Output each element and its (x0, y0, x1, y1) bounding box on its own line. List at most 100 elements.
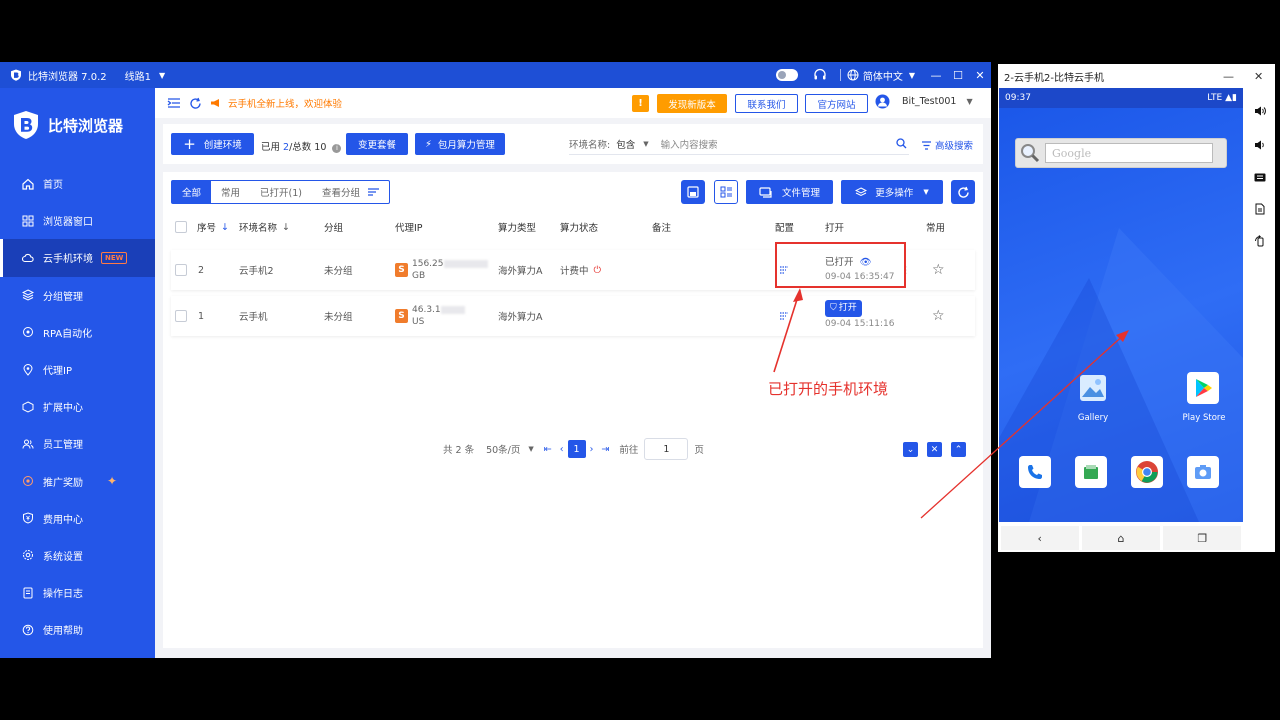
chevron-down-icon: ▼ (923, 188, 929, 196)
goto-label: 前往 (619, 445, 639, 456)
warning-icon[interactable]: ! (632, 95, 649, 112)
chevron-down-icon[interactable]: ▼ (159, 71, 165, 80)
sidebar-item-extensions[interactable]: 扩展中心 (0, 388, 155, 425)
globe-icon (847, 69, 859, 81)
minimize-icon[interactable]: — (925, 69, 947, 82)
tab-common[interactable]: 常用 (211, 181, 250, 203)
sidebar-item-proxy[interactable]: 代理IP (0, 351, 155, 388)
file-manage-button[interactable]: 文件管理 (746, 180, 833, 204)
close-icon[interactable]: ✕ (969, 69, 991, 82)
search-icon[interactable] (896, 138, 907, 149)
announcement[interactable]: 云手机全新上线，欢迎体验 (228, 96, 342, 110)
row-group: 未分组 (324, 266, 353, 277)
page-current[interactable]: 1 (567, 440, 586, 458)
table-row[interactable]: 1 云手机 未分组 S 46.3.1 US 海外算力A ⛉ 打开 09-04 15:… (171, 296, 975, 336)
rotate-icon[interactable] (1253, 234, 1267, 248)
sidebar-item-groups[interactable]: 分组管理 (0, 277, 155, 314)
monthly-compute-button[interactable]: ⚡ 包月算力管理 (415, 133, 505, 155)
language-label: 简体中文 (862, 71, 903, 83)
sidebar-item-settings[interactable]: 系统设置 (0, 537, 155, 574)
compute-status-label: 计费中 (560, 266, 589, 277)
tab-opened[interactable]: 已打开(1) (250, 181, 312, 203)
keyboard-icon[interactable] (1253, 170, 1267, 184)
tab-view-groups[interactable]: 查看分组 (312, 181, 389, 203)
save-icon[interactable] (681, 180, 705, 204)
refresh-icon[interactable] (189, 97, 202, 110)
goto-page-input[interactable]: 1 (644, 438, 689, 460)
sidebar-item-rewards[interactable]: 推广奖励 ✦ (0, 463, 155, 500)
volume-up-icon[interactable] (1253, 104, 1267, 118)
headset-icon[interactable] (812, 67, 828, 83)
search-input[interactable]: 输入内容搜索 (661, 137, 718, 151)
sidebar-item-home[interactable]: 首页 (0, 165, 155, 202)
sidebar-item-rpa[interactable]: RPA自动化 (0, 314, 155, 351)
col-group: 分组 (324, 223, 344, 234)
table-header: 序号 ↓ 环境名称 ↓ 分组 代理IP 算力类型 算力状态 备注 配置 打开 常用 (171, 212, 975, 242)
select-all-checkbox[interactable] (175, 221, 187, 233)
line-selector[interactable]: 线路1 (125, 68, 151, 83)
new-version-button[interactable]: 发现新版本 (657, 94, 727, 113)
annotation-label: 已打开的手机环境 (768, 380, 889, 398)
file-icon[interactable] (1253, 202, 1267, 216)
total-count: 共 2 条 (443, 445, 475, 456)
sidebar-item-logs[interactable]: 操作日志 (0, 574, 155, 611)
refresh-icon[interactable] (951, 180, 975, 204)
recents-icon[interactable]: ❐ (1163, 526, 1242, 550)
first-page-icon[interactable]: ⇤ (544, 444, 552, 455)
power-icon[interactable]: ⏻ (594, 265, 602, 276)
more-ops-button[interactable]: 更多操作 ▼ (841, 180, 943, 204)
camera-icon[interactable] (1187, 456, 1219, 488)
extension-icon (22, 401, 34, 413)
open-button[interactable]: ⛉ 打开 (825, 300, 862, 317)
sidebar-item-browser-windows[interactable]: 浏览器窗口 (0, 202, 155, 239)
sidebar-item-label: 推广奖励 (43, 477, 83, 489)
chrome-icon[interactable] (1131, 456, 1163, 488)
sidebar-item-staff[interactable]: 员工管理 (0, 425, 155, 462)
list-view-icon[interactable] (714, 180, 738, 204)
advanced-search-button[interactable]: 高级搜索 (921, 138, 973, 152)
bit-logo-icon (14, 111, 38, 139)
toggle-icon[interactable] (775, 69, 798, 81)
sidebar-item-label: 浏览器窗口 (43, 217, 93, 229)
contact-us-button[interactable]: 联系我们 (735, 94, 798, 113)
google-search-widget[interactable]: Google (1015, 138, 1227, 168)
play-store-icon[interactable] (1187, 372, 1219, 404)
info-icon[interactable]: i (332, 144, 342, 153)
arrow-down-icon: ↓ (221, 221, 229, 233)
row-checkbox[interactable] (175, 310, 187, 322)
close-icon[interactable]: ✕ (1254, 70, 1263, 83)
sidebar-item-label: 云手机环境 (43, 254, 93, 266)
col-compute-type: 算力类型 (498, 223, 537, 234)
sidebar-item-help[interactable]: 使用帮助 (0, 611, 155, 648)
home-icon[interactable]: ⌂ (1081, 526, 1160, 550)
google-search-input[interactable]: Google (1045, 143, 1213, 163)
sidebar-item-cloud-phone[interactable]: 云手机环境 NEW (0, 239, 155, 277)
row-compute-type: 海外算力A (498, 312, 543, 323)
next-page-icon[interactable]: › (590, 444, 594, 455)
volume-down-icon[interactable] (1253, 138, 1267, 152)
user-menu[interactable]: Bit_Test001 ▼ (875, 94, 973, 109)
collapse-menu-icon[interactable] (167, 97, 181, 109)
chevron-down-icon[interactable]: ▼ (643, 140, 648, 148)
col-name[interactable]: 环境名称 ↓ (239, 212, 290, 242)
tab-all[interactable]: 全部 (172, 181, 212, 203)
chevron-down-icon: ▼ (908, 70, 915, 80)
minimize-icon[interactable]: — (1223, 70, 1234, 83)
last-page-icon[interactable]: ⇥ (601, 444, 609, 455)
filter-mode-select[interactable]: 包含 (616, 137, 635, 151)
create-env-button[interactable]: + 创建环境 (171, 133, 254, 155)
per-page-select[interactable]: 50条/页 (486, 442, 520, 456)
proxy-type-icon: S (395, 263, 408, 277)
row-checkbox[interactable] (175, 264, 187, 276)
language-selector[interactable]: 简体中文 ▼ (847, 68, 915, 83)
chevron-down-icon[interactable]: ▼ (528, 445, 533, 453)
prev-page-icon[interactable]: ‹ (560, 444, 564, 455)
search-bar: 环境名称: 包含 ▼ 输入内容搜索 (569, 133, 909, 155)
maximize-icon[interactable]: ☐ (947, 69, 969, 82)
col-index[interactable]: 序号 ↓ (197, 212, 229, 242)
star-icon[interactable]: ☆ (932, 250, 945, 290)
change-plan-button[interactable]: 变更套餐 (346, 133, 408, 155)
official-site-button[interactable]: 官方网站 (805, 94, 868, 113)
back-icon[interactable]: ‹ (1000, 526, 1079, 550)
sidebar-item-billing[interactable]: 费用中心 (0, 500, 155, 537)
